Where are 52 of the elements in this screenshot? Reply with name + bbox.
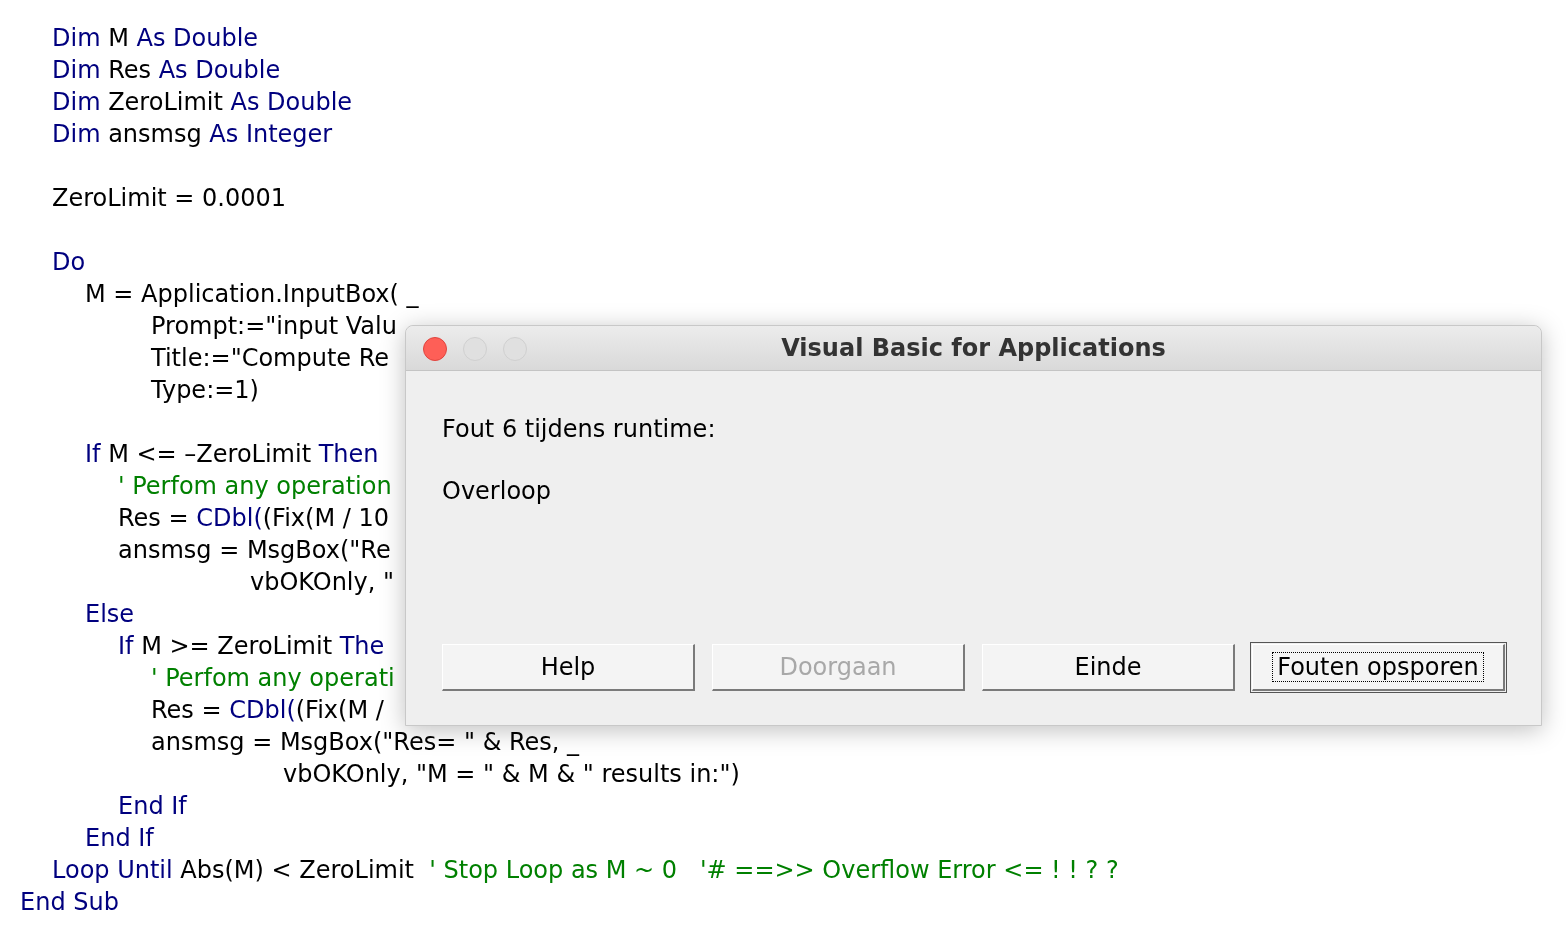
- code-keyword: As Double: [158, 56, 281, 84]
- code-keyword: Dim: [52, 88, 101, 116]
- code-keyword: Then: [318, 440, 379, 468]
- code-comment: ' Stop Loop as M ~ 0 '# ==>> Overflow Error <= ! ! ? ?: [429, 856, 1119, 884]
- code-text: ZeroLimit: [107, 88, 224, 116]
- code-text: M <= –ZeroLimit: [107, 440, 313, 468]
- code-text: Title:="Compute Re: [151, 344, 390, 372]
- error-detail: Overloop: [442, 476, 551, 507]
- close-button[interactable]: [423, 337, 447, 361]
- code-keyword: As Double: [136, 24, 259, 52]
- code-text: (Fix(M / 10: [262, 504, 389, 532]
- code-keyword: As Double: [230, 88, 353, 116]
- dialog-button[interactable]: Fouten opsporen: [1252, 644, 1505, 691]
- code-text: M: [107, 24, 130, 52]
- dialog-button[interactable]: Help: [442, 644, 695, 691]
- minimize-button[interactable]: [463, 337, 487, 361]
- code-keyword: Else: [85, 600, 135, 628]
- code-text: M >= ZeroLimit: [140, 632, 334, 660]
- code-keyword: Dim: [52, 120, 101, 148]
- code-keyword: Do: [52, 248, 86, 276]
- code-text: Res: [107, 56, 153, 84]
- code-text: Res =: [118, 504, 190, 532]
- code-keyword: If: [85, 440, 101, 468]
- code-text: Prompt:="input Valu: [151, 312, 397, 340]
- code-text: (Fix(M /: [295, 696, 384, 724]
- code-keyword: End If: [118, 792, 187, 820]
- code-keyword: If: [118, 632, 134, 660]
- code-comment: ' Perfom any operati: [151, 664, 395, 692]
- dialog-button[interactable]: Einde: [982, 644, 1235, 691]
- code-keyword: End If: [85, 824, 154, 852]
- code-text: Type:=1): [151, 376, 259, 404]
- code-text: vbOKOnly, ": [250, 568, 395, 596]
- code-text: ansmsg: [107, 120, 203, 148]
- code-text: ansmsg = MsgBox("Res= " & Res, _: [151, 728, 580, 756]
- code-keyword: Loop Until: [52, 856, 173, 884]
- code-text: ZeroLimit = 0.0001: [52, 184, 287, 212]
- code-keyword: End Sub: [20, 888, 119, 916]
- code-text: Abs(M) < ZeroLimit: [179, 856, 415, 884]
- code-keyword: The: [339, 632, 385, 660]
- code-text: vbOKOnly, "M = " & M & " results in:"): [283, 760, 740, 788]
- code-keyword: Dim: [52, 24, 101, 52]
- code-text: ansmsg = MsgBox("Re: [118, 536, 391, 564]
- code-text: M = Application.InputBox( _: [85, 280, 419, 308]
- code-keyword: Dim: [52, 56, 101, 84]
- window-title: Visual Basic for Applications: [781, 333, 1166, 364]
- code-comment: ' Perfom any operation: [118, 472, 392, 500]
- code-keyword: CDbl(: [229, 696, 296, 724]
- zoom-button[interactable]: [503, 337, 527, 361]
- error-message: Fout 6 tijdens runtime:: [442, 414, 716, 445]
- code-text: Res =: [151, 696, 223, 724]
- code-keyword: CDbl(: [196, 504, 263, 532]
- code-keyword: As Integer: [209, 120, 333, 148]
